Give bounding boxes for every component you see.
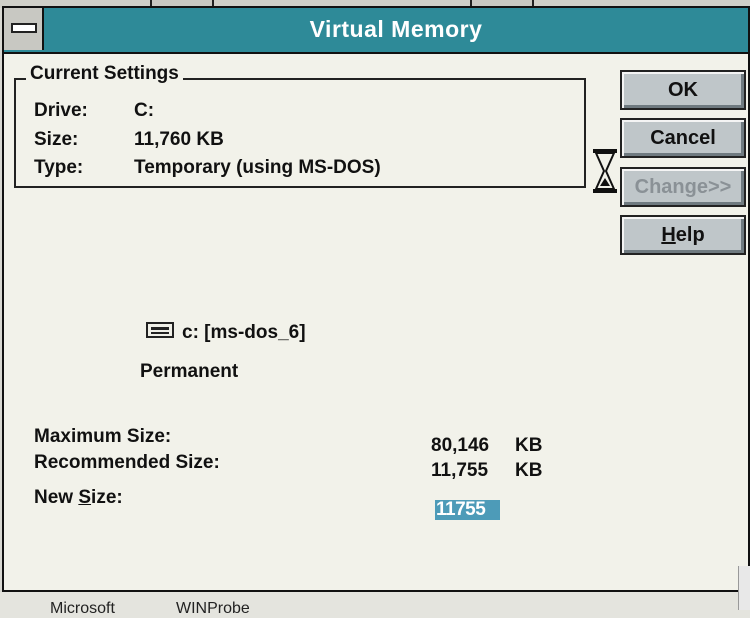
dialog-title: Virtual Memory (309, 16, 483, 42)
max-size-label: Maximum Size: (34, 426, 172, 447)
type-label: Type: (34, 157, 84, 178)
new-size-label: New Size: (34, 487, 123, 509)
size-value: 11,760 KB (134, 129, 224, 150)
recommended-size-value: 11,755 (431, 460, 489, 481)
hard-drive-icon (146, 322, 174, 338)
size-label: Size: (34, 129, 79, 150)
max-size-value: 80,146 (431, 435, 490, 456)
cancel-button[interactable]: Cancel (620, 118, 746, 158)
hourglass-icon (593, 149, 617, 193)
max-size-unit: KB (515, 435, 543, 456)
recommended-size-label: Recommended Size: (34, 452, 220, 473)
drive-swapfile-type: Permanent (140, 361, 239, 382)
recommended-size-unit: KB (515, 460, 543, 481)
new-size-mnemonic: S (78, 487, 92, 508)
taskbar-item-winprobe[interactable]: WINProbe (176, 600, 250, 618)
new-size-input[interactable]: 11755 (435, 500, 500, 520)
drive-value: C: (134, 100, 155, 121)
help-mnemonic: H (661, 224, 676, 246)
change-button[interactable]: Change>> (620, 167, 746, 207)
selected-drive[interactable]: c: [ms-dos_6] (182, 322, 306, 344)
drive-label: Drive: (34, 100, 88, 121)
title-bar[interactable]: Virtual Memory (4, 8, 748, 54)
new-size-label-post: ize: (91, 487, 123, 508)
new-size-label-pre: New (34, 487, 79, 508)
system-menu-icon (11, 23, 37, 33)
current-settings-label: Current Settings (26, 63, 183, 85)
help-button[interactable]: Help (620, 215, 746, 255)
taskbar-item-microsoft[interactable]: Microsoft (50, 600, 115, 618)
type-value: Temporary (using MS-DOS) (134, 157, 381, 178)
system-menu-button[interactable] (4, 8, 44, 50)
ok-button[interactable]: OK (620, 70, 746, 110)
background-window-edge (738, 566, 750, 610)
background-taskbar: Microsoft WINProbe (0, 592, 750, 618)
help-label-rest: elp (675, 224, 705, 246)
